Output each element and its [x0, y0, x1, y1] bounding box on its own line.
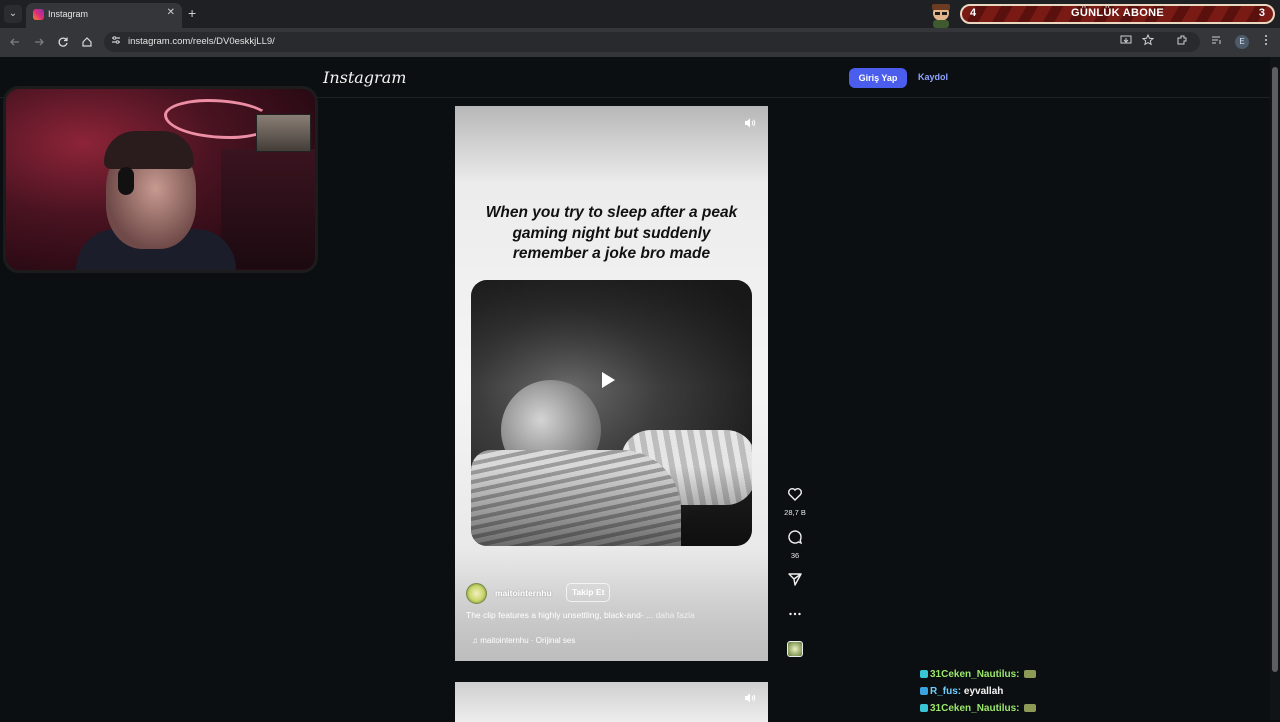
daily-subscriber-banner: 4 GÜNLÜK ABONE 3	[960, 4, 1275, 24]
webcam-inset-image	[256, 114, 311, 152]
chat-emote-icon	[1024, 704, 1037, 712]
chat-emote-icon	[1024, 670, 1037, 678]
back-arrow-icon[interactable]	[9, 36, 21, 48]
profile-avatar[interactable]: E	[1235, 35, 1249, 49]
install-app-icon[interactable]	[1120, 34, 1132, 46]
banner-right-count: 3	[1258, 7, 1265, 19]
comment-count: 36	[790, 551, 800, 560]
tab-search-button[interactable]: ⌄	[4, 5, 22, 23]
page-scrollbar[interactable]	[1270, 57, 1280, 720]
browser-tab-instagram[interactable]: Instagram ✕	[26, 3, 182, 28]
sound-icon[interactable]	[743, 116, 757, 130]
more-action[interactable]	[780, 606, 810, 627]
webcam-person-hair	[104, 131, 194, 169]
reel-video[interactable]	[471, 280, 752, 546]
show-more-link[interactable]: daha fazla	[655, 610, 694, 620]
next-reel-sound-icon[interactable]	[743, 691, 757, 705]
instagram-favicon-icon	[33, 9, 44, 20]
like-action[interactable]: 28,7 B	[780, 486, 810, 517]
reel-audio-label[interactable]: ♫ maitointernhu · Orijinal ses	[472, 636, 575, 645]
tab-title: Instagram	[48, 9, 89, 19]
next-reel-card[interactable]	[455, 682, 768, 722]
reel-card[interactable]: When you try to sleep after a peak gamin…	[455, 106, 768, 661]
scrollbar-thumb[interactable]	[1272, 67, 1278, 672]
webcam-background-shelf	[221, 149, 315, 269]
media-control-icon[interactable]	[1211, 34, 1223, 46]
comment-icon[interactable]	[787, 529, 803, 545]
more-dots-icon[interactable]	[787, 606, 803, 622]
reel-author-avatar[interactable]	[466, 583, 487, 604]
comment-action[interactable]: 36	[780, 529, 810, 560]
home-icon[interactable]	[81, 36, 93, 48]
share-icon[interactable]	[787, 571, 803, 587]
audio-thumbnail[interactable]	[787, 641, 803, 657]
chat-message: eyvallah	[963, 686, 1004, 697]
forward-arrow-icon[interactable]	[33, 36, 45, 48]
chat-badge-icon	[920, 670, 928, 678]
streamer-webcam	[3, 86, 318, 273]
reel-description-text: The clip features a highly unsettling, b…	[466, 610, 654, 620]
share-action[interactable]	[780, 571, 810, 592]
signup-link[interactable]: Kaydol	[918, 72, 948, 82]
chat-username: R_fus:	[930, 686, 962, 697]
webcam-headset	[118, 167, 134, 195]
bookmark-star-icon[interactable]	[1142, 34, 1154, 46]
chat-line: R_fus: eyvallah	[920, 686, 1260, 697]
tab-close-icon[interactable]: ✕	[167, 7, 175, 18]
reload-icon[interactable]	[57, 36, 69, 48]
heart-icon[interactable]	[787, 486, 803, 502]
address-bar[interactable]: instagram.com/reels/DV0eskkjLL9/	[104, 32, 1200, 52]
follow-button[interactable]: Takip Et	[566, 583, 611, 602]
mascot-icon	[932, 4, 950, 28]
chat-line: 31Ceken_Nautilus:	[920, 669, 1260, 680]
extensions-icon[interactable]	[1176, 34, 1188, 46]
chat-badge-icon	[920, 687, 928, 695]
chat-line: 31Ceken_Nautilus:	[920, 703, 1260, 714]
chat-username: 31Ceken_Nautilus:	[930, 669, 1020, 680]
chat-username: 31Ceken_Nautilus:	[930, 703, 1020, 714]
reel-caption-text: When you try to sleep after a peak gamin…	[485, 204, 738, 262]
site-settings-icon[interactable]	[111, 35, 121, 45]
chat-badge-icon	[920, 704, 928, 712]
reel-description: The clip features a highly unsettling, b…	[466, 610, 695, 620]
instagram-logo[interactable]: Instagram	[323, 68, 406, 87]
new-tab-button[interactable]: +	[188, 5, 196, 21]
url-text[interactable]: instagram.com/reels/DV0eskkjLL9/	[128, 36, 275, 47]
login-button[interactable]: Giriş Yap	[849, 68, 907, 88]
video-shade	[471, 280, 752, 546]
like-count: 28,7 B	[784, 508, 806, 517]
play-icon[interactable]	[602, 372, 615, 388]
menu-dots-icon[interactable]	[1260, 34, 1272, 46]
banner-label: GÜNLÜK ABONE	[1070, 7, 1165, 19]
reel-author-username[interactable]: maitointernhu	[495, 588, 552, 598]
